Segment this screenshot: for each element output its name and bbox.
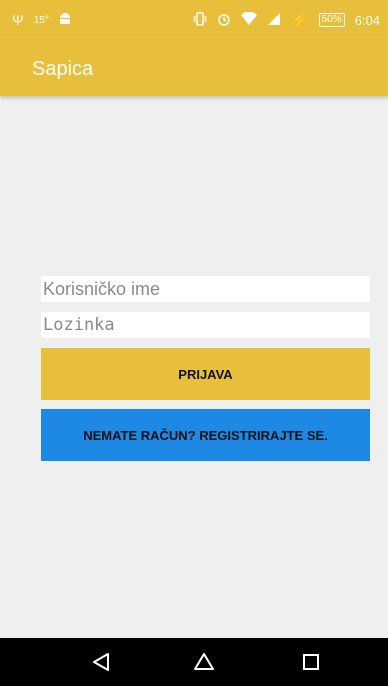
usb-icon: Ψ <box>12 12 24 28</box>
wifi-icon <box>241 11 258 28</box>
charging-icon: ⚡ <box>291 12 309 28</box>
navigation-bar <box>0 638 388 686</box>
back-icon[interactable] <box>90 652 112 672</box>
battery-indicator: 50% <box>318 13 345 27</box>
register-button[interactable]: NEMATE RAČUN? REGISTRIRAJTE SE. <box>41 409 370 461</box>
status-left-icons: Ψ 15° <box>12 12 71 28</box>
alarm-icon <box>217 12 231 28</box>
status-time: 6:04 <box>354 12 380 28</box>
status-bar: Ψ 15° ⚡ 50% 6:04 <box>0 0 388 40</box>
password-input[interactable] <box>41 312 370 338</box>
login-button[interactable]: PRIJAVA <box>41 348 370 400</box>
home-icon[interactable] <box>193 652 215 672</box>
vibrate-icon <box>193 12 207 28</box>
android-icon <box>59 12 71 28</box>
status-right-icons: ⚡ 50% 6:04 <box>193 11 380 28</box>
app-bar: Sapica <box>0 40 388 96</box>
temperature-label: 15° <box>33 14 49 26</box>
signal-icon <box>267 12 281 28</box>
recent-apps-icon[interactable] <box>300 652 322 672</box>
app-title: Sapica <box>32 58 94 80</box>
username-input[interactable] <box>41 276 370 302</box>
